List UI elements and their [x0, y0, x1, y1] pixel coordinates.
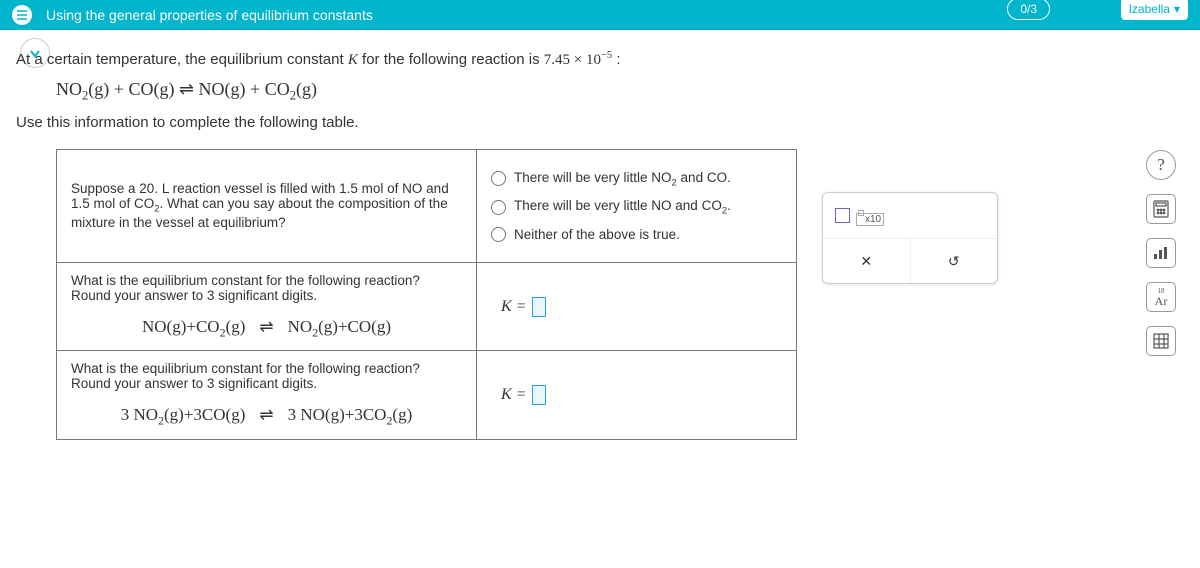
topbar: Using the general properties of equilibr… [0, 0, 1200, 30]
content: At a certain temperature, the equilibriu… [0, 30, 1200, 456]
k-value: 7.45 × 10−5 [544, 52, 612, 68]
tool-row1: x10 [823, 193, 997, 239]
right-rail: ? 18 Ar [1146, 150, 1176, 356]
sci-notation-button[interactable]: x10 [856, 213, 884, 226]
instruction: Use this information to complete the fol… [16, 114, 1184, 131]
row3-reaction: 3 NO2(g)+3CO(g)⇌3 NO(g)+3CO2(g) [71, 405, 462, 428]
radio-opt3[interactable] [491, 227, 506, 242]
page-title: Using the general properties of equilibr… [46, 7, 373, 23]
help-icon: ? [1157, 155, 1165, 175]
tool-panel: x10 ✕ ↺ [822, 192, 998, 284]
placeholder-icon[interactable] [835, 208, 850, 223]
row2-answer: K = [477, 262, 797, 350]
k-symbol: K [348, 52, 358, 68]
stats-button[interactable] [1146, 238, 1176, 268]
intro-text2: for the following reaction is [358, 51, 544, 68]
user-label: Izabella [1129, 2, 1170, 16]
calculator-button[interactable] [1146, 194, 1176, 224]
k-label: K = [501, 298, 526, 316]
radio-opt1[interactable] [491, 171, 506, 186]
row2-reaction: NO(g)+CO2(g)⇌NO2(g)+CO(g) [71, 317, 462, 340]
row3-prompt: What is the equilibrium constant for the… [57, 351, 477, 439]
opt1[interactable]: There will be very little NO2 and CO. [491, 170, 782, 189]
chevron-down-icon: ▾ [1174, 2, 1180, 16]
opt3[interactable]: Neither of the above is true. [491, 227, 782, 242]
redo-icon: ↺ [948, 253, 960, 270]
progress-pill: 0/3 [1007, 0, 1050, 20]
reset-button[interactable]: ↺ [911, 239, 998, 283]
clear-button[interactable]: ✕ [823, 239, 911, 283]
opt2[interactable]: There will be very little NO and CO2. [491, 198, 782, 217]
row1-prompt: Suppose a 20. L reaction vessel is fille… [57, 149, 477, 262]
main-reaction: NO2(g) + CO(g) ⇌ NO(g) + CO2(g) [56, 79, 1184, 104]
k-label: K = [501, 386, 526, 404]
ar-symbol: Ar [1155, 295, 1168, 307]
menu-button[interactable] [12, 5, 32, 25]
row2-prompt: What is the equilibrium constant for the… [57, 262, 477, 350]
table-button[interactable] [1146, 326, 1176, 356]
intro-text: At a certain temperature, the equilibriu… [16, 51, 348, 68]
intro-line: At a certain temperature, the equilibriu… [16, 50, 1184, 69]
help-button[interactable]: ? [1146, 150, 1176, 180]
k-input-row3[interactable] [532, 385, 546, 405]
row3-answer: K = [477, 351, 797, 439]
calculator-icon [1153, 200, 1169, 218]
row1-answer: There will be very little NO2 and CO. Th… [477, 149, 797, 262]
periodic-button[interactable]: 18 Ar [1146, 282, 1176, 312]
k-input-row2[interactable] [532, 297, 546, 317]
user-menu[interactable]: Izabella ▾ [1121, 0, 1188, 20]
close-icon: ✕ [860, 253, 872, 270]
question-table: Suppose a 20. L reaction vessel is fille… [56, 149, 797, 440]
intro-text3: : [612, 51, 620, 68]
radio-opt2[interactable] [491, 200, 506, 215]
bars-icon [1153, 246, 1169, 260]
grid-icon [1153, 333, 1169, 349]
